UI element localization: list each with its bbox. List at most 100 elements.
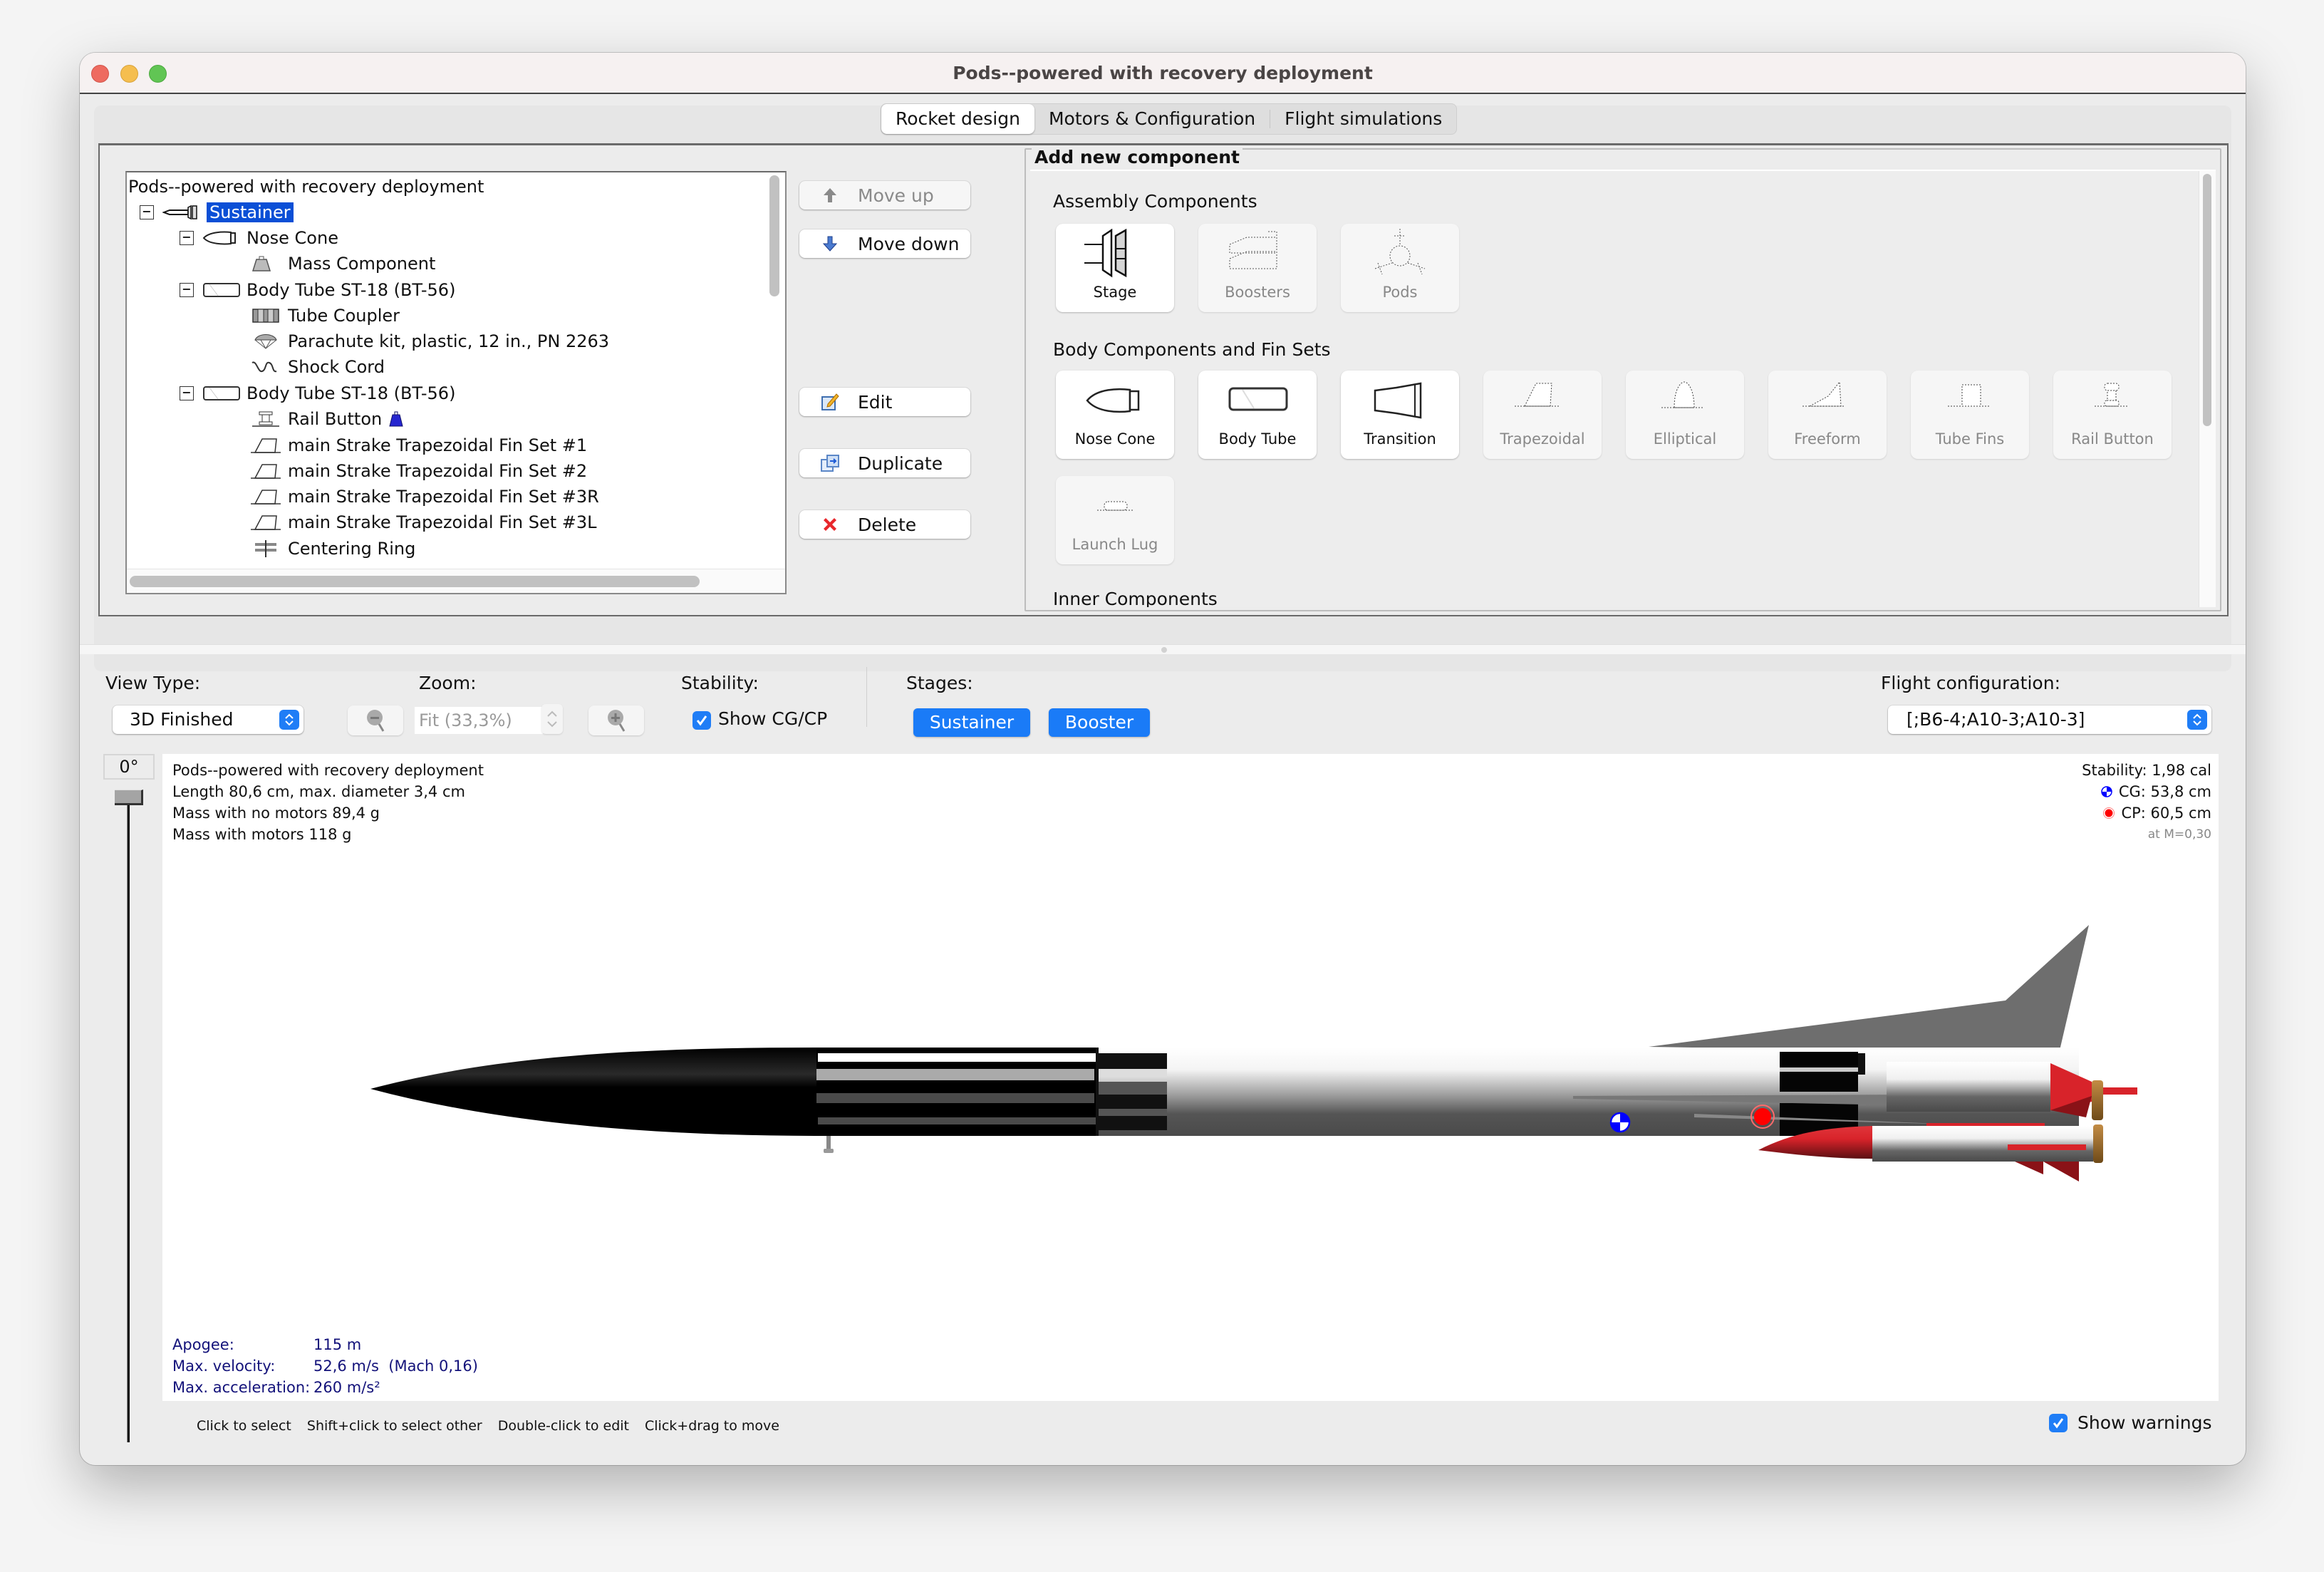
- pods-label: Pods: [1382, 284, 1418, 301]
- move-down-button[interactable]: Move down: [799, 229, 970, 258]
- show-cgcp-label[interactable]: Show CG/CP: [718, 708, 827, 729]
- tree-item-label: Rail Button: [288, 409, 383, 429]
- add-component-scrollbar[interactable]: [2203, 174, 2211, 426]
- zoom-out-icon: [367, 710, 385, 732]
- tree-item-mass-component[interactable]: Mass Component: [251, 251, 435, 276]
- lower-pod[interactable]: [1758, 1124, 2103, 1181]
- mass-no-motors: Mass with no motors 89,4 g: [172, 805, 380, 822]
- tree-item-label: Sustainer: [207, 202, 294, 222]
- striped-body-tube[interactable]: [816, 1048, 1167, 1136]
- tree-item-label: Shock Cord: [288, 357, 385, 377]
- rocket-3d-view[interactable]: Pods--powered with recovery deployment L…: [162, 754, 2219, 1401]
- tree-item-label: main Strake Trapezoidal Fin Set #2: [288, 461, 588, 481]
- rail-button[interactable]: [824, 1136, 834, 1153]
- tree-item-rail-button[interactable]: Rail Button: [251, 406, 405, 432]
- add-nose-cone-button[interactable]: Nose Cone: [1056, 371, 1174, 459]
- tree-root[interactable]: Pods--powered with recovery deployment: [128, 174, 484, 200]
- collapse-toggle[interactable]: −: [180, 283, 194, 297]
- add-rail-button-button[interactable]: Rail Button: [2053, 371, 2172, 459]
- view-type-value: 3D Finished: [130, 709, 234, 730]
- tab-motors-configuration[interactable]: Motors & Configuration: [1034, 104, 1270, 134]
- nose-cone-icon: [202, 229, 241, 247]
- component-tree[interactable]: Pods--powered with recovery deployment −…: [125, 171, 787, 594]
- edit-button[interactable]: Edit: [799, 388, 970, 416]
- stage-toggle-sustainer[interactable]: Sustainer: [913, 708, 1030, 737]
- tree-item-centering-ring[interactable]: Centering Ring: [251, 536, 415, 562]
- add-component-scroll-track: [2199, 171, 2216, 607]
- flight-config-value: [;B6-4;A10-3;A10-3]: [1907, 709, 2085, 730]
- add-pods-button[interactable]: Pods: [1341, 224, 1459, 312]
- zoom-spinner[interactable]: [541, 704, 563, 734]
- checkmark-icon: [696, 715, 707, 726]
- divider-grip[interactable]: [1161, 647, 1167, 653]
- zoom-input[interactable]: Fit (33,3%): [415, 707, 543, 734]
- rocket-rendering[interactable]: [162, 754, 2219, 1401]
- rotation-slider-thumb[interactable]: [115, 790, 143, 805]
- arrow-down-icon: [816, 235, 844, 252]
- show-cgcp-checkbox[interactable]: [692, 711, 711, 730]
- add-boosters-button[interactable]: Boosters: [1198, 224, 1317, 312]
- split-pane-divider[interactable]: [80, 644, 2246, 654]
- tree-item-body-tube-1[interactable]: − Body Tube ST-18 (BT-56): [180, 277, 455, 303]
- add-launch-lug-button[interactable]: Launch Lug: [1056, 476, 1174, 564]
- tree-item-shock-cord[interactable]: Shock Cord: [251, 354, 385, 380]
- add-trapezoidal-fin-button[interactable]: Trapezoidal: [1483, 371, 1602, 459]
- add-component-title: Add new component: [1032, 147, 1243, 167]
- rocket-info: Pods--powered with recovery deployment L…: [172, 760, 484, 845]
- add-elliptical-fin-button[interactable]: Elliptical: [1626, 371, 1744, 459]
- stage-icon: [162, 204, 201, 221]
- tree-item-nose-cone[interactable]: − Nose Cone: [180, 225, 338, 251]
- add-freeform-fin-button[interactable]: Freeform: [1768, 371, 1887, 459]
- max-acceleration-row: Max. acceleration: 260 m/s²: [172, 1377, 478, 1398]
- flight-config-select[interactable]: [;B6-4;A10-3;A10-3]: [1888, 705, 2211, 734]
- tab-flight-simulations[interactable]: Flight simulations: [1270, 104, 1456, 134]
- cg-marker: [1609, 1112, 1631, 1133]
- rail-button-icon: [2073, 371, 2152, 430]
- collapse-toggle[interactable]: −: [180, 386, 194, 400]
- section-label-body: Body Components and Fin Sets: [1053, 339, 1331, 360]
- tree-item-label: Mass Component: [288, 254, 436, 274]
- zoom-in-button[interactable]: [588, 705, 644, 735]
- show-warnings-label[interactable]: Show warnings: [2077, 1412, 2212, 1433]
- mass-with-motors: Mass with motors 118 g: [172, 826, 352, 843]
- collapse-toggle[interactable]: −: [140, 205, 154, 219]
- move-down-label: Move down: [858, 233, 960, 254]
- rocket-design-panel: Pods--powered with recovery deployment −…: [98, 143, 2229, 616]
- tree-vertical-scrollbar[interactable]: [769, 175, 779, 296]
- window-title: Pods--powered with recovery deployment: [953, 63, 1373, 83]
- tree-item-fin-set-3l[interactable]: main Strake Trapezoidal Fin Set #3L: [251, 510, 597, 535]
- move-up-button[interactable]: Move up: [799, 181, 970, 210]
- add-stage-button[interactable]: Stage: [1056, 224, 1174, 312]
- tree-item-fin-set-1[interactable]: main Strake Trapezoidal Fin Set #1: [251, 433, 587, 458]
- launch-lug-icon: [1076, 476, 1154, 536]
- show-warnings-checkbox[interactable]: [2049, 1414, 2068, 1432]
- apogee-row: Apogee: 115 m: [172, 1334, 478, 1355]
- tree-item-fin-set-2[interactable]: main Strake Trapezoidal Fin Set #2: [251, 458, 587, 484]
- apogee-label: Apogee:: [172, 1336, 234, 1353]
- tree-item-parachute[interactable]: Parachute kit, plastic, 12 in., PN 2263: [251, 329, 609, 354]
- mach-value: at M=0,30: [2147, 827, 2211, 842]
- checkmark-icon: [2053, 1418, 2064, 1429]
- add-body-tube-button[interactable]: Body Tube: [1198, 371, 1317, 459]
- add-tube-fins-button[interactable]: Tube Fins: [1911, 371, 2029, 459]
- strake-fin[interactable]: [1649, 925, 2089, 1053]
- zoom-out-button[interactable]: [348, 705, 403, 735]
- view-type-select[interactable]: 3D Finished: [113, 705, 304, 734]
- body-tube-icon: [202, 385, 241, 402]
- delete-button[interactable]: Delete: [799, 510, 970, 539]
- duplicate-button[interactable]: Duplicate: [799, 449, 970, 477]
- tree-item-fin-set-3r[interactable]: main Strake Trapezoidal Fin Set #3R: [251, 484, 599, 510]
- tree-item-sustainer[interactable]: − Sustainer: [140, 200, 294, 225]
- collapse-toggle[interactable]: −: [180, 231, 194, 245]
- tab-rocket-design[interactable]: Rocket design: [881, 104, 1034, 134]
- stage-toggle-booster[interactable]: Booster: [1049, 708, 1150, 737]
- tree-horizontal-scrollbar[interactable]: [130, 576, 700, 587]
- add-transition-button[interactable]: Transition: [1341, 371, 1459, 459]
- rotation-angle-field[interactable]: 0°: [103, 754, 155, 780]
- nose-cone[interactable]: [370, 1048, 818, 1136]
- shock-cord-icon: [251, 358, 281, 376]
- tree-item-body-tube-2[interactable]: − Body Tube ST-18 (BT-56): [180, 381, 455, 406]
- tree-item-label: main Strake Trapezoidal Fin Set #3L: [288, 512, 597, 532]
- rotation-slider-track[interactable]: [127, 805, 130, 1442]
- tree-item-tube-coupler[interactable]: Tube Coupler: [251, 303, 400, 329]
